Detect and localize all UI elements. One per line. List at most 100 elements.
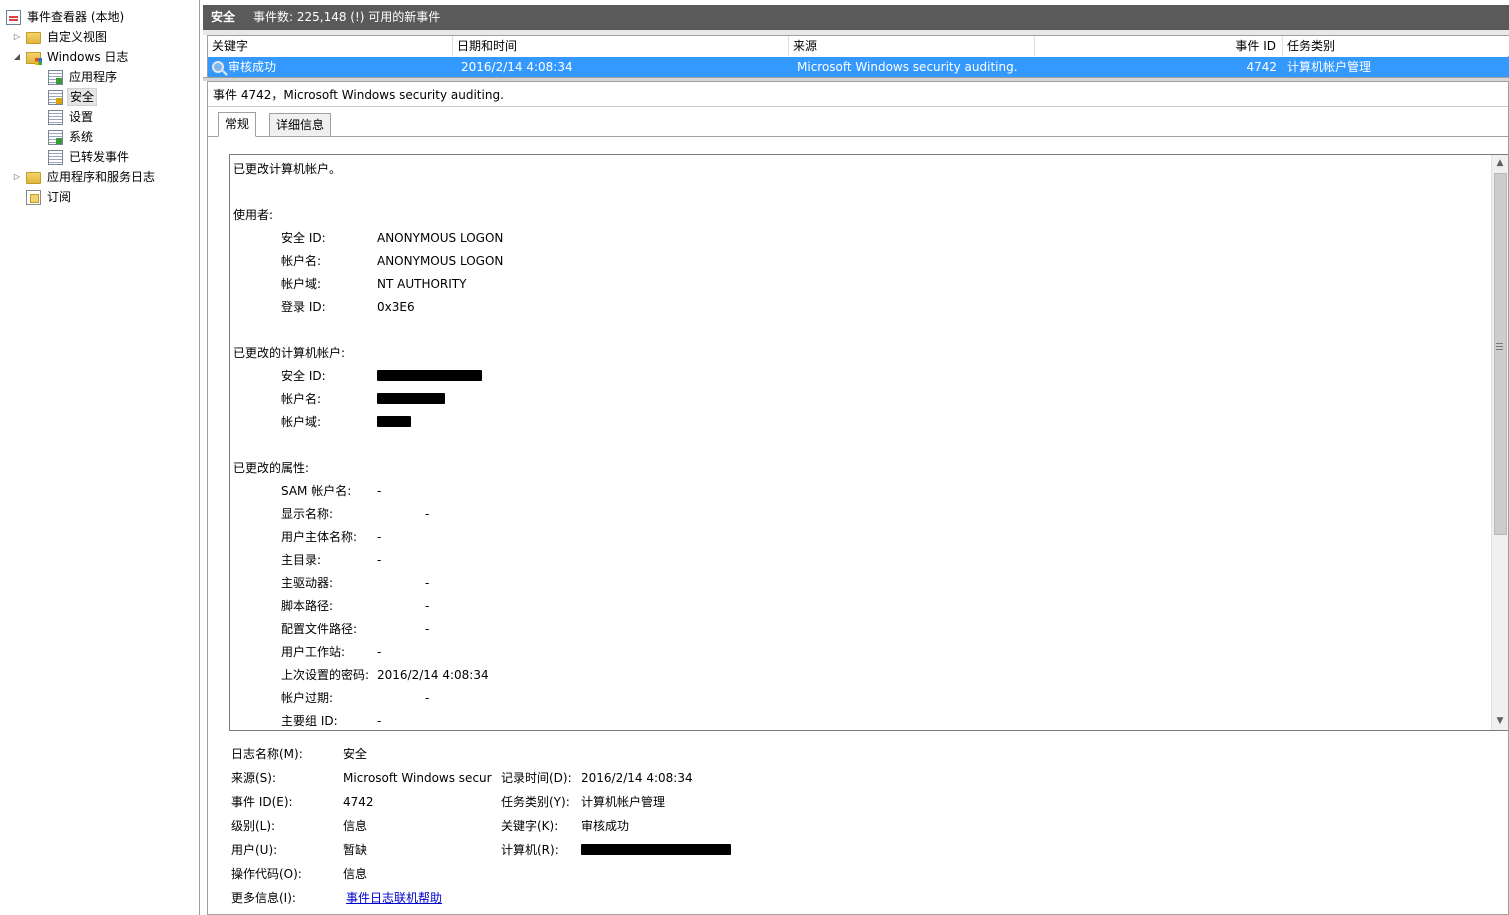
tree-item-application-log[interactable]: 应用程序 [48, 67, 119, 87]
prop-label: 来源(S): [231, 771, 277, 785]
prop-user: 暂缺 [343, 843, 368, 857]
tree-item-security-log[interactable]: 安全 [48, 87, 98, 107]
prop-label: 用户(U): [231, 843, 278, 857]
redacted-value [377, 370, 482, 381]
navigation-tree: 事件查看器 (本地) ▷ 自定义视图 ◢ Windows 日志 应用程序 安全 … [0, 0, 200, 915]
subscription-icon [26, 189, 41, 205]
changed-account-label: 已更改的计算机帐户: [233, 346, 346, 360]
tree-item-label: 自定义视图 [47, 30, 108, 44]
tree-item-label: 应用程序和服务日志 [47, 170, 156, 184]
divider [208, 106, 1508, 107]
attr-script-path: 脚本路径: - [281, 599, 430, 613]
scrollbar-thumb[interactable] [1494, 173, 1507, 535]
cell-keywords: 审核成功 [208, 57, 453, 77]
prop-label: 更多信息(I): [231, 891, 296, 905]
tree-item-custom-views[interactable]: ▷ 自定义视图 [12, 27, 109, 47]
tab-strip-line [208, 136, 1508, 137]
tree-root-event-viewer[interactable]: 事件查看器 (本地) [6, 7, 126, 27]
redacted-value [581, 844, 731, 855]
log-icon [48, 129, 63, 145]
event-message-text: 已更改计算机帐户。 使用者: 安全 ID: ANONYMOUS LOGON 帐户名… [233, 158, 1488, 730]
tree-item-system-log[interactable]: 系统 [48, 127, 95, 147]
prop-log-name: 安全 [343, 747, 368, 761]
prop-source: Microsoft Windows secur [343, 771, 492, 785]
prop-label: 事件 ID(E): [231, 795, 293, 809]
tree-item-label: 订阅 [47, 190, 72, 204]
attr-sam-account-name: SAM 帐户名: - [281, 484, 382, 498]
changed-security-id: 安全 ID: [233, 365, 1488, 388]
redacted-value [377, 393, 445, 404]
folder-icon [26, 172, 41, 184]
more-info-link[interactable]: 事件日志联机帮助 [346, 886, 442, 910]
attr-display-name: 显示名称: - [281, 507, 430, 521]
tree-item-label: 设置 [69, 110, 94, 124]
cell-event-id: 4742 [1246, 60, 1277, 74]
prop-task-category: 计算机帐户管理 [581, 795, 666, 809]
attr-password-last-set: 上次设置的密码: 2016/2/14 4:08:34 [281, 668, 489, 682]
tree-item-label: Windows 日志 [47, 50, 129, 64]
tree-item-label: 已转发事件 [69, 150, 130, 164]
tab-details[interactable]: 详细信息 [269, 113, 332, 137]
cell-source: Microsoft Windows security auditing. [797, 60, 1018, 74]
subject-label: 使用者: [233, 208, 274, 222]
tree-item-label: 应用程序 [69, 70, 118, 84]
subject-account-name: 帐户名: ANONYMOUS LOGON [281, 254, 504, 268]
event-detail-pane: 事件 4742，Microsoft Windows security audit… [207, 81, 1509, 915]
prop-label: 级别(L): [231, 819, 276, 833]
attributes-label: 已更改的属性: [233, 461, 310, 475]
collapse-arrow-icon[interactable]: ◢ [12, 47, 22, 67]
expand-arrow-icon[interactable]: ▷ [12, 27, 22, 47]
main-pane: 安全 事件数: 225,148 (!) 可用的新事件 关键字 日期和时间 来源 … [203, 5, 1509, 915]
column-header-task-category[interactable]: 任务类别 [1283, 36, 1509, 56]
log-icon [48, 109, 63, 125]
log-icon [48, 69, 63, 85]
log-header: 安全 事件数: 225,148 (!) 可用的新事件 [203, 5, 1509, 30]
tab-general[interactable]: 常规 [218, 112, 257, 137]
tree-item-forwarded-events[interactable]: 已转发事件 [48, 147, 131, 167]
subject-security-id: 安全 ID: ANONYMOUS LOGON [281, 231, 504, 245]
folder-icon [26, 32, 41, 44]
event-viewer-icon [6, 9, 21, 25]
column-header-keywords[interactable]: 关键字 [208, 36, 453, 56]
tree-item-subscriptions[interactable]: 订阅 [26, 187, 73, 207]
expand-arrow-icon[interactable]: ▷ [12, 167, 22, 187]
prop-event-id: 4742 [343, 795, 374, 809]
log-icon [48, 149, 63, 165]
event-message-box[interactable]: 已更改计算机帐户。 使用者: 安全 ID: ANONYMOUS LOGON 帐户名… [229, 154, 1508, 731]
tree-item-setup-log[interactable]: 设置 [48, 107, 95, 127]
column-header-date-time[interactable]: 日期和时间 [453, 36, 789, 56]
tree-item-label: 系统 [69, 130, 94, 144]
prop-logged: 2016/2/14 4:08:34 [581, 771, 693, 785]
log-title: 安全 [211, 10, 236, 24]
attr-user-workstations: 用户工作站: - [281, 645, 382, 659]
column-header-source[interactable]: 来源 [789, 36, 1035, 56]
attr-profile-path: 配置文件路径: - [281, 622, 430, 636]
changed-account-domain: 帐户域: [233, 411, 1488, 434]
prop-label: 计算机(R): [501, 843, 559, 857]
audit-success-key-icon [212, 61, 224, 73]
table-row[interactable]: 审核成功 2016/2/14 4:08:34 Microsoft Windows… [208, 57, 1509, 77]
event-list: 关键字 日期和时间 来源 事件 ID 任务类别 审核成功 2016/2/14 4… [207, 35, 1509, 77]
attr-home-drive: 主驱动器: - [281, 576, 430, 590]
tree-item-app-service-logs[interactable]: ▷ 应用程序和服务日志 [12, 167, 157, 187]
cell-date-time: 2016/2/14 4:08:34 [461, 60, 573, 74]
column-header-event-id[interactable]: 事件 ID [1035, 36, 1283, 56]
prop-label: 关键字(K): [501, 819, 559, 833]
attr-upn: 用户主体名称: - [281, 530, 382, 544]
tree-item-windows-logs[interactable]: ◢ Windows 日志 [12, 47, 130, 67]
tree-root-label: 事件查看器 (本地) [27, 10, 125, 24]
redacted-value [377, 416, 411, 427]
event-detail-title: 事件 4742，Microsoft Windows security audit… [213, 88, 504, 102]
prop-keywords: 审核成功 [581, 819, 630, 833]
scroll-down-arrow-icon[interactable]: ▼ [1492, 713, 1508, 730]
scroll-up-arrow-icon[interactable]: ▲ [1492, 155, 1508, 172]
scroll-grip-icon [1496, 343, 1503, 350]
attr-account-expires: 帐户过期: - [281, 691, 430, 705]
message-scrollbar[interactable]: ▲ ▼ [1491, 155, 1508, 730]
cell-keywords-text: 审核成功 [228, 60, 277, 74]
log-icon [48, 89, 63, 105]
prop-computer [581, 838, 731, 862]
